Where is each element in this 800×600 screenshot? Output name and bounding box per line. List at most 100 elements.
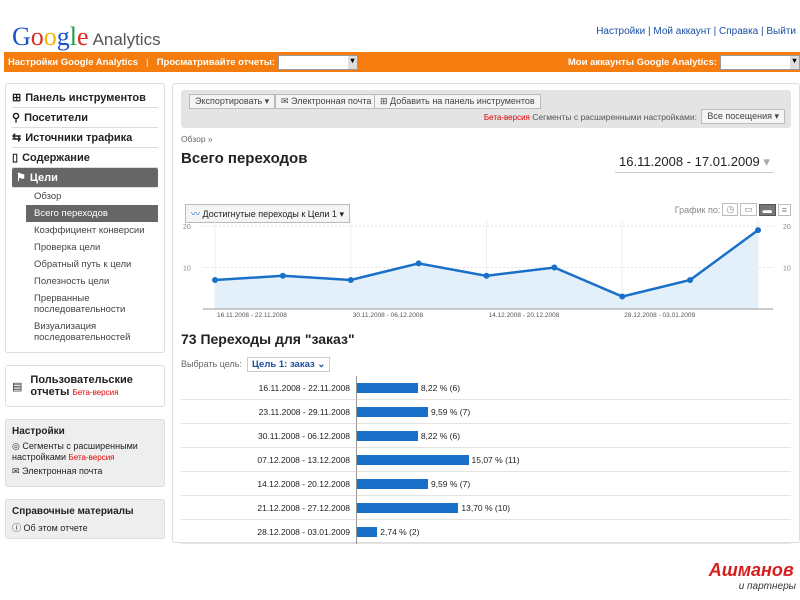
report-icon: ▤ (12, 380, 23, 393)
goals-overview[interactable]: Обзор (12, 188, 158, 205)
breadcrumb[interactable]: Обзор » (181, 134, 213, 144)
data-point (279, 272, 286, 279)
orange-nav-bar: Настройки Google Analytics | Просматрива… (4, 52, 800, 72)
bar-label: 15,07 % (11) (471, 454, 520, 465)
goal-select-label: Выбрать цель: (181, 359, 242, 369)
person-icon: ⚲ (12, 112, 21, 124)
data-point (687, 276, 694, 283)
goals-visualization[interactable]: Визуализация последовательностей (12, 318, 158, 346)
bar-table: 16.11.2008 - 22.11.2008 8,22 % (6) 23.11.2… (181, 375, 791, 544)
help-box: Справочные материалы ⓘ Об этом отчете (5, 499, 165, 539)
bar (357, 502, 459, 513)
bar (357, 382, 418, 393)
y-tick-left: 10 (183, 266, 191, 273)
data-point (347, 276, 354, 283)
bar-label: 8,22 % (6) (420, 430, 461, 441)
logout-link[interactable]: Выйти (766, 26, 796, 37)
sidebar-item-visitors[interactable]: ⚲ Посетители (12, 108, 158, 128)
goal-select[interactable]: Цель 1: заказ ⌄ (247, 357, 331, 372)
bar-category: 21.12.2008 - 27.12.2008 (181, 495, 357, 520)
bar-row: 23.11.2008 - 29.11.2008 9,59 % (7) (181, 399, 791, 424)
week-icon[interactable]: ▭ (740, 203, 757, 216)
x-tick-label: 14.12.2008 - 20.12.2008 (489, 312, 560, 319)
goals-value[interactable]: Полезность цели (12, 273, 158, 290)
segments-link[interactable]: ◎ Сегменты с расширенными настройками Бе… (12, 441, 158, 462)
goals-total[interactable]: Всего переходов (26, 205, 158, 222)
bar-row: 21.12.2008 - 27.12.2008 13,70 % (10) (181, 495, 791, 520)
x-tick-label: 16.11.2008 - 22.11.2008 (217, 312, 287, 319)
google-analytics-logo: Google Analytics (12, 22, 161, 51)
bar-label: 8,22 % (6) (420, 382, 461, 393)
month-icon[interactable]: ▬ (758, 203, 776, 216)
goals-verification[interactable]: Проверка цели (12, 239, 158, 256)
bar (357, 430, 418, 441)
bar-label: 9,59 % (7) (430, 406, 471, 417)
sidebar-item-traffic[interactable]: ⇆ Источники трафика (12, 128, 158, 148)
bar (357, 478, 428, 489)
traffic-icon: ⇆ (12, 132, 22, 144)
line-chart: 10 10 20 20 16.11.2008 - 22.11.2008 30.11.200… (183, 219, 791, 319)
help-link[interactable]: Справка (719, 26, 758, 37)
data-point (483, 272, 490, 279)
date-range-picker[interactable]: 16.11.2008 - 17.01.2009 ▾ (615, 152, 774, 173)
nav-box: ⊞ Панель инструментов ⚲ Посетители ⇆ Источн… (5, 83, 165, 353)
settings-box: Настройки ◎ Сегменты с расширенными наст… (5, 419, 165, 487)
my-accounts-label: Мои аккаунты Google Analytics: (567, 56, 717, 68)
bar-section-title: 73 Переходы для "заказ" (181, 331, 355, 347)
watermark-logo: Ашманов и партнеры (708, 560, 796, 592)
bar-label: 2,74 % (2) (380, 526, 420, 537)
data-point (415, 260, 422, 267)
account-link[interactable]: Мой аккаунт (653, 26, 710, 37)
flag-icon: ⚑ (16, 172, 26, 184)
add-dashboard-button[interactable]: ⊞ Добавить на панель инструментов (374, 94, 541, 109)
goals-abandoned[interactable]: Прерванные последовательности (12, 290, 158, 318)
bar-category: 07.12.2008 - 13.12.2008 (181, 447, 357, 472)
settings-link[interactable]: Настройки (596, 26, 645, 37)
bar-category: 14.12.2008 - 20.12.2008 (181, 471, 357, 496)
dashboard-icon: ⊞ (12, 92, 22, 104)
email-link[interactable]: ✉ Электронная почта (12, 466, 158, 477)
bar-category: 28.12.2008 - 03.01.2009 (181, 519, 357, 544)
goals-reverse-path[interactable]: Обратный путь к цели (12, 256, 158, 273)
graph-by: График по: ◷ ▭ ▬ ≡ (675, 203, 791, 216)
clock-icon[interactable]: ◷ (722, 203, 739, 216)
sidebar-item-dashboard[interactable]: ⊞ Панель инструментов (12, 88, 158, 108)
about-report-link[interactable]: ⓘ Об этом отчете (12, 521, 158, 534)
goals-conversion[interactable]: Коэффициент конверсии (12, 222, 158, 239)
sidebar-item-goals[interactable]: ⚑ Цели (12, 168, 158, 188)
list-icon[interactable]: ≡ (777, 203, 791, 216)
bar-row: 30.11.2008 - 06.12.2008 8,22 % (6) (181, 423, 791, 448)
line-chart-icon: 〰 (191, 209, 201, 219)
page-title: Всего переходов (181, 150, 308, 167)
toolbar: Экспортировать ▾ ✉ Электронная почта ⊞ Д… (181, 90, 791, 128)
custom-reports[interactable]: ▤ Пользовательские отчеты Бета-версия (5, 365, 165, 407)
bar-row: 16.11.2008 - 22.11.2008 8,22 % (6) (181, 375, 791, 400)
sidebar-item-content[interactable]: ▯ Содержание (12, 148, 158, 168)
accounts-select[interactable] (720, 54, 800, 70)
bar-row: 14.12.2008 - 20.12.2008 9,59 % (7) (181, 471, 791, 496)
bar (357, 526, 378, 537)
segments-select[interactable]: Все посещения ▾ (701, 109, 785, 124)
view-reports-label: Просматривайте отчеты: (156, 56, 275, 68)
bar (357, 454, 469, 465)
bar-label: 9,59 % (7) (430, 478, 471, 489)
top-links: Настройки | Мой аккаунт | Справка | Выйт… (596, 26, 796, 37)
x-tick-label: 28.12.2008 - 03.01.2009 (624, 312, 695, 319)
bar-label: 13,70 % (10) (461, 502, 511, 513)
bar-category: 23.11.2008 - 29.11.2008 (181, 399, 357, 424)
bar-row: 28.12.2008 - 03.01.2009 2,74 % (2) (181, 519, 791, 544)
bar-category: 16.11.2008 - 22.11.2008 (181, 375, 357, 400)
main-panel: Экспортировать ▾ ✉ Электронная почта ⊞ Д… (172, 83, 800, 544)
y-tick-left: 20 (183, 224, 191, 231)
bar (357, 406, 428, 417)
ga-settings-link[interactable]: Настройки Google Analytics (8, 57, 138, 68)
email-button[interactable]: ✉ Электронная почта (275, 94, 378, 109)
view-reports-select[interactable] (278, 54, 358, 70)
y-tick-right: 20 (783, 224, 791, 231)
bar-row: 07.12.2008 - 13.12.2008 15,07 % (11) (181, 447, 791, 472)
data-point (212, 276, 218, 283)
x-tick-label: 30.11.2008 - 06.12.2008 (353, 312, 424, 319)
page-icon: ▯ (12, 152, 19, 164)
y-tick-right: 10 (783, 266, 791, 273)
export-button[interactable]: Экспортировать ▾ (189, 94, 276, 109)
